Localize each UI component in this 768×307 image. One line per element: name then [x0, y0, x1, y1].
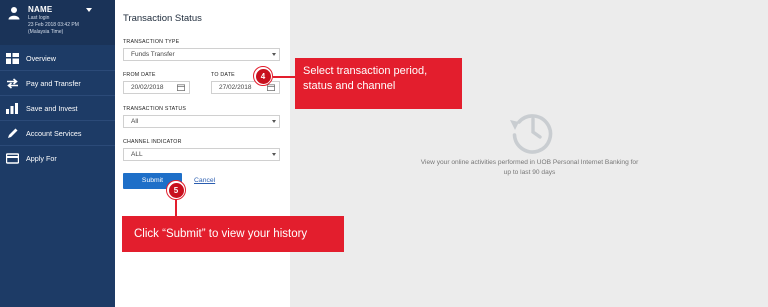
calendar-icon[interactable]: [267, 84, 275, 91]
step-number: 5: [168, 182, 184, 198]
from-date-label: FROM DATE: [123, 72, 156, 78]
callout-line-2: status and channel: [303, 80, 396, 92]
transaction-type-select[interactable]: Funds Transfer: [123, 48, 280, 61]
sidebar-item-label: Apply For: [26, 153, 57, 163]
sidebar-item-label: Overview: [26, 53, 56, 63]
channel-indicator-value: ALL: [131, 151, 143, 158]
callout-connector: [273, 76, 295, 78]
chart-icon: [6, 102, 18, 114]
transaction-status-value: All: [131, 118, 139, 125]
chevron-down-icon: [272, 120, 276, 123]
transaction-type-label: TRANSACTION TYPE: [123, 39, 180, 45]
callout-step-5: Click “Submit” to view your history: [122, 216, 344, 252]
cancel-link[interactable]: Cancel: [194, 177, 215, 184]
pencil-icon: [8, 128, 18, 138]
profile-header[interactable]: NAME Last login 23 Feb 2018 03:42 PM (Ma…: [0, 0, 115, 45]
callout-line-1: Select transaction period,: [303, 65, 428, 77]
last-login-info: Last login 23 Feb 2018 03:42 PM (Malaysi…: [28, 15, 79, 37]
chevron-down-icon: [272, 153, 276, 156]
step-badge-4: 4: [253, 66, 273, 86]
sidebar-item-label: Account Services: [26, 128, 82, 138]
last-login-time: 23 Feb 2018 03:42 PM: [28, 22, 79, 29]
empty-state-text: View your online activities performed in…: [392, 158, 667, 178]
callout-connector: [175, 199, 177, 217]
transaction-type-value: Funds Transfer: [131, 51, 175, 58]
transaction-status-label: TRANSACTION STATUS: [123, 106, 187, 112]
from-date-field[interactable]: 20/02/2018: [123, 81, 190, 94]
sidebar-item-overview[interactable]: Overview: [0, 46, 115, 70]
to-date-label: TO DATE: [211, 72, 235, 78]
timezone: (Malaysia Time): [28, 29, 64, 36]
chevron-down-icon: [272, 53, 276, 56]
sidebar-item-save-and-invest[interactable]: Save and Invest: [0, 96, 115, 120]
transfer-icon: [7, 77, 18, 89]
sidebar-item-account-services[interactable]: Account Services: [0, 121, 115, 145]
channel-indicator-select[interactable]: ALL: [123, 148, 280, 161]
last-login-label: Last login: [28, 15, 50, 21]
transaction-status-select[interactable]: All: [123, 115, 280, 128]
sidebar-item-apply-for[interactable]: Apply For: [0, 146, 115, 170]
channel-indicator-label: CHANNEL INDICATOR: [123, 139, 182, 145]
chevron-down-icon[interactable]: [86, 8, 92, 12]
sidebar-item-label: Save and Invest: [26, 103, 78, 113]
sidebar-item-pay-and-transfer[interactable]: Pay and Transfer: [0, 71, 115, 95]
profile-name: NAME: [28, 5, 53, 14]
empty-state-line-1: View your online activities performed in…: [420, 159, 639, 166]
user-icon: [8, 7, 20, 20]
page-title: Transaction Status: [123, 13, 202, 24]
history-icon: [510, 114, 553, 154]
card-icon: [6, 152, 19, 164]
step-number: 4: [255, 68, 271, 84]
step-badge-5: 5: [166, 180, 186, 200]
calendar-icon[interactable]: [177, 84, 185, 91]
callout-step-4: Select transaction period, status and ch…: [295, 58, 462, 109]
to-date-value: 27/02/2018: [219, 84, 252, 91]
sidebar-item-label: Pay and Transfer: [26, 78, 81, 88]
empty-state-line-2: up to last 90 days: [503, 169, 556, 176]
overview-icon: [6, 52, 19, 64]
sidebar: NAME Last login 23 Feb 2018 03:42 PM (Ma…: [0, 0, 115, 307]
from-date-value: 20/02/2018: [131, 84, 164, 91]
